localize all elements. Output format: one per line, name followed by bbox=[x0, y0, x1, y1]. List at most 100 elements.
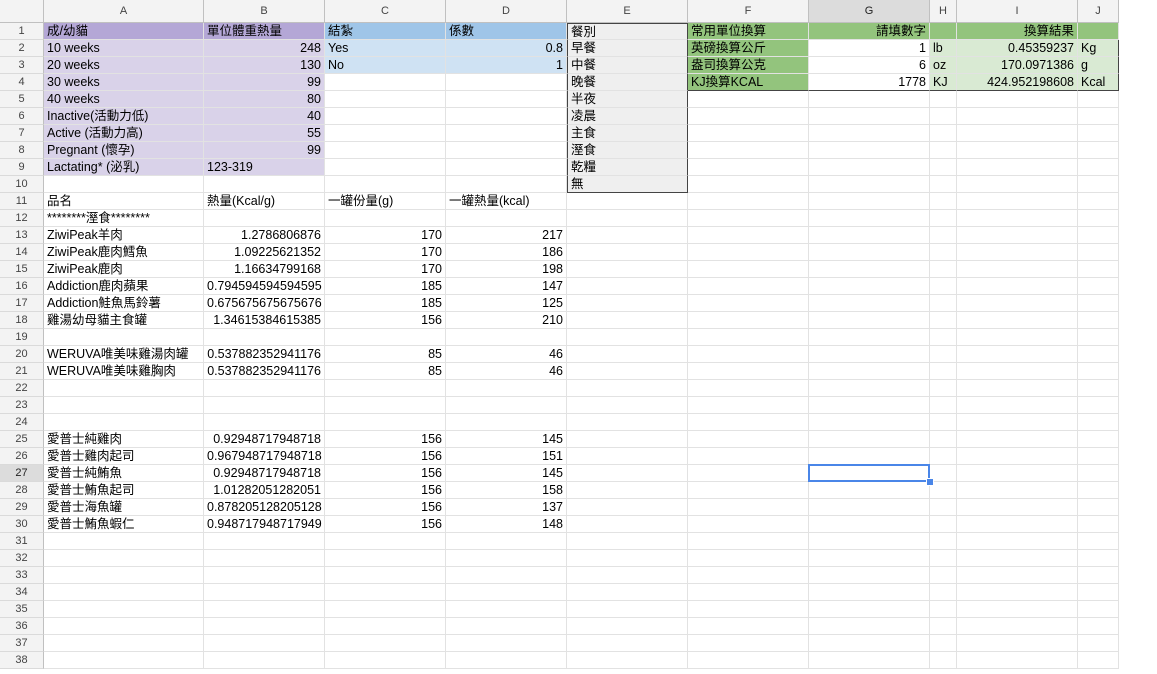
grid-cell[interactable] bbox=[809, 533, 930, 550]
row-header-3[interactable]: 3 bbox=[0, 57, 44, 74]
row-header-26[interactable]: 26 bbox=[0, 448, 44, 465]
grid-cell[interactable] bbox=[957, 397, 1078, 414]
row-header-35[interactable]: 35 bbox=[0, 601, 44, 618]
meal-type-cell[interactable]: 半夜 bbox=[567, 91, 688, 108]
grid-cell[interactable] bbox=[1078, 193, 1119, 210]
row-header-5[interactable]: 5 bbox=[0, 91, 44, 108]
grid-cell[interactable] bbox=[325, 567, 446, 584]
grid-cell[interactable] bbox=[1078, 108, 1119, 125]
grid-cell[interactable] bbox=[809, 584, 930, 601]
can-kcal-cell[interactable]: 145 bbox=[446, 431, 567, 448]
grid-cell[interactable] bbox=[688, 414, 809, 431]
grid-cell[interactable] bbox=[930, 635, 957, 652]
grid-cell[interactable] bbox=[930, 516, 957, 533]
grid-cell[interactable] bbox=[1078, 499, 1119, 516]
grid-cell[interactable] bbox=[809, 295, 930, 312]
grid-cell[interactable] bbox=[44, 567, 204, 584]
grid-cell[interactable] bbox=[1078, 635, 1119, 652]
unit-header-blank[interactable] bbox=[930, 23, 957, 40]
grid-cell[interactable] bbox=[688, 635, 809, 652]
can-weight-cell[interactable]: 85 bbox=[325, 363, 446, 380]
conversion-input-cell[interactable]: 1 bbox=[809, 40, 930, 57]
grid-cell[interactable] bbox=[957, 125, 1078, 142]
grid-cell[interactable] bbox=[809, 380, 930, 397]
can-weight-cell[interactable]: 156 bbox=[325, 482, 446, 499]
food-name-cell[interactable]: ZiwiPeak羊肉 bbox=[44, 227, 204, 244]
unit-header-blank[interactable] bbox=[1078, 23, 1119, 40]
grid-cell[interactable] bbox=[688, 567, 809, 584]
grid-cell[interactable] bbox=[204, 533, 325, 550]
grid-cell[interactable] bbox=[688, 516, 809, 533]
grid-cell[interactable] bbox=[446, 567, 567, 584]
cat-stage-cell[interactable]: Pregnant (懷孕) bbox=[44, 142, 204, 159]
meal-type-cell[interactable]: 乾糧 bbox=[567, 159, 688, 176]
row-header-22[interactable]: 22 bbox=[0, 380, 44, 397]
grid-cell[interactable] bbox=[567, 533, 688, 550]
grid-cell[interactable] bbox=[957, 533, 1078, 550]
conversion-result-cell[interactable]: 170.0971386 bbox=[957, 57, 1078, 74]
conversion-input-cell[interactable]: 6 bbox=[809, 57, 930, 74]
grid-cell[interactable] bbox=[930, 346, 957, 363]
can-weight-cell[interactable]: 185 bbox=[325, 278, 446, 295]
grid-cell[interactable] bbox=[204, 397, 325, 414]
row-header-23[interactable]: 23 bbox=[0, 397, 44, 414]
grid-cell[interactable] bbox=[688, 91, 809, 108]
grid-cell[interactable] bbox=[688, 295, 809, 312]
grid-cell[interactable] bbox=[325, 652, 446, 669]
grid-cell[interactable] bbox=[957, 584, 1078, 601]
select-all-corner[interactable] bbox=[0, 0, 44, 23]
grid-cell[interactable] bbox=[325, 601, 446, 618]
grid-cell[interactable] bbox=[204, 618, 325, 635]
grid-cell[interactable] bbox=[567, 363, 688, 380]
food-name-cell[interactable]: Addiction鮭魚馬鈴薯 bbox=[44, 295, 204, 312]
grid-cell[interactable] bbox=[44, 601, 204, 618]
grid-cell[interactable] bbox=[809, 431, 930, 448]
grid-cell[interactable] bbox=[930, 176, 957, 193]
grid-cell[interactable] bbox=[1078, 295, 1119, 312]
grid-cell[interactable] bbox=[809, 108, 930, 125]
grid-cell[interactable] bbox=[957, 159, 1078, 176]
food-name-cell[interactable]: ZiwiPeak鹿肉鱈魚 bbox=[44, 244, 204, 261]
grid-cell[interactable] bbox=[809, 550, 930, 567]
kcal-per-gram-cell[interactable]: 0.675675675675676 bbox=[204, 295, 325, 312]
can-kcal-cell[interactable]: 125 bbox=[446, 295, 567, 312]
kcal-per-gram-cell[interactable]: 1.01282051282051 bbox=[204, 482, 325, 499]
grid-cell[interactable] bbox=[809, 652, 930, 669]
row-header-13[interactable]: 13 bbox=[0, 227, 44, 244]
grid-cell[interactable] bbox=[325, 380, 446, 397]
grid-cell[interactable] bbox=[1078, 346, 1119, 363]
grid-cell[interactable] bbox=[688, 652, 809, 669]
grid-cell[interactable] bbox=[1078, 363, 1119, 380]
row-header-16[interactable]: 16 bbox=[0, 278, 44, 295]
grid-cell[interactable] bbox=[809, 159, 930, 176]
grid-cell[interactable] bbox=[930, 601, 957, 618]
meal-type-header[interactable]: 餐別 bbox=[567, 23, 688, 40]
kcal-per-weight-cell[interactable]: 80 bbox=[204, 91, 325, 108]
meal-type-cell[interactable]: 早餐 bbox=[567, 40, 688, 57]
grid-cell[interactable] bbox=[44, 176, 204, 193]
meal-type-cell[interactable]: 凌晨 bbox=[567, 108, 688, 125]
grid-cell[interactable] bbox=[567, 329, 688, 346]
grid-cell[interactable] bbox=[567, 499, 688, 516]
grid-cell[interactable] bbox=[809, 414, 930, 431]
column-header-f[interactable]: F bbox=[688, 0, 809, 23]
row-header-38[interactable]: 38 bbox=[0, 652, 44, 669]
grid-cell[interactable] bbox=[1078, 482, 1119, 499]
grid-cell[interactable] bbox=[809, 482, 930, 499]
from-unit-cell[interactable]: KJ bbox=[930, 74, 957, 91]
fill-handle[interactable] bbox=[926, 478, 934, 486]
grid-cell[interactable] bbox=[325, 533, 446, 550]
grid-cell[interactable] bbox=[325, 142, 446, 159]
grid-cell[interactable] bbox=[957, 431, 1078, 448]
grid-cell[interactable] bbox=[325, 210, 446, 227]
can-weight-cell[interactable]: 170 bbox=[325, 227, 446, 244]
to-unit-cell[interactable]: Kcal bbox=[1078, 74, 1119, 91]
grid-cell[interactable] bbox=[1078, 91, 1119, 108]
grid-cell[interactable] bbox=[325, 397, 446, 414]
grid-cell[interactable] bbox=[325, 584, 446, 601]
row-header-8[interactable]: 8 bbox=[0, 142, 44, 159]
can-weight-cell[interactable]: 170 bbox=[325, 244, 446, 261]
can-kcal-header[interactable]: 一罐熱量(kcal) bbox=[446, 193, 567, 210]
food-name-cell[interactable]: 愛普士雞肉起司 bbox=[44, 448, 204, 465]
grid-cell[interactable] bbox=[446, 618, 567, 635]
